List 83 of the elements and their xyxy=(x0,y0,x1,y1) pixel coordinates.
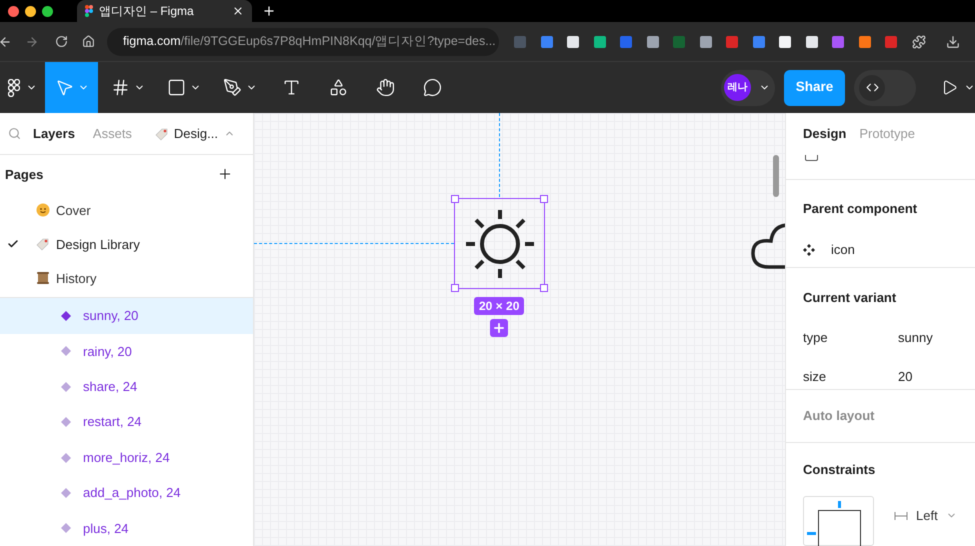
browser-tab[interactable]: 앱디자인 – Figma xyxy=(77,0,252,22)
scroll-icon xyxy=(36,271,50,286)
comment-tool-icon xyxy=(422,78,442,97)
user-avatar: 레나 xyxy=(724,74,751,101)
property-name: type xyxy=(803,328,829,347)
property-value[interactable]: 20 xyxy=(898,367,912,387)
layer-item[interactable]: add_a_photo, 24 xyxy=(0,475,253,511)
tag-icon xyxy=(36,237,50,252)
extension-icon[interactable] xyxy=(700,36,712,48)
section-title: Parent component xyxy=(803,200,918,218)
frame-tool-icon xyxy=(110,78,130,97)
text-tool-icon xyxy=(282,78,300,97)
horizontal-constraint-icon xyxy=(894,512,908,520)
new-tab-icon[interactable] xyxy=(262,4,276,18)
checkbox[interactable] xyxy=(805,155,818,161)
code-icon xyxy=(866,81,878,94)
resources-tool-icon xyxy=(328,78,348,97)
resize-handle[interactable] xyxy=(451,284,459,292)
extension-icon[interactable] xyxy=(646,36,658,48)
component-diamond-icon xyxy=(61,346,71,356)
close-icon[interactable] xyxy=(232,5,244,17)
download-icon[interactable] xyxy=(946,34,960,48)
component-icon xyxy=(803,244,815,256)
tag-icon xyxy=(154,126,169,141)
page-item[interactable]: Cover xyxy=(0,193,253,228)
back-icon[interactable] xyxy=(0,34,12,48)
figma-logo-icon xyxy=(85,5,93,17)
layer-item[interactable]: restart, 24 xyxy=(0,404,253,440)
hand-tool-icon xyxy=(376,78,394,97)
selection-frame[interactable] xyxy=(454,198,545,289)
extension-icon[interactable] xyxy=(594,36,606,48)
section-title[interactable]: Auto layout xyxy=(803,406,874,426)
horizontal-constraint-select[interactable]: Left xyxy=(916,506,938,526)
section-title: Current variant xyxy=(803,289,898,308)
present-icon[interactable] xyxy=(941,79,958,96)
search-icon[interactable] xyxy=(8,127,21,140)
forward-icon[interactable] xyxy=(25,34,39,48)
panel-tab[interactable]: Design xyxy=(803,124,846,144)
shape-tool-icon xyxy=(166,78,186,97)
move-tool-icon xyxy=(54,78,74,97)
tab-title: 앱디자인 – Figma xyxy=(99,3,195,20)
section-title: Constraints xyxy=(803,460,876,478)
resize-handle[interactable] xyxy=(540,284,548,292)
property-name: size xyxy=(803,368,828,386)
size-label: 20 × 20 xyxy=(474,297,524,315)
layer-item[interactable]: rainy, 20 xyxy=(0,334,253,370)
component-diamond-icon xyxy=(61,382,71,392)
component-diamond-icon xyxy=(61,417,71,428)
address-field[interactable]: figma.com/file/9TGGEup6s7P8qHmPIN8Kqq/앱디자인?type=des... xyxy=(107,28,499,56)
layer-item[interactable]: share, 24 xyxy=(0,369,253,404)
component-diamond-icon xyxy=(61,488,71,498)
url-text: figma.com/file/9TGGEup6s7P8qHmPIN8Kqq/앱디자인?type=des... xyxy=(123,33,496,50)
property-value[interactable]: sunny xyxy=(898,328,933,348)
canvas[interactable]: 20 × 20 xyxy=(254,113,785,546)
scrollbar-thumb[interactable] xyxy=(773,155,779,197)
component-name[interactable]: icon xyxy=(831,240,855,260)
panel-tab[interactable]: Layers xyxy=(33,124,75,144)
resize-handle[interactable] xyxy=(540,195,548,203)
home-icon[interactable] xyxy=(82,35,95,48)
layer-item[interactable]: more_horiz, 24 xyxy=(0,440,253,476)
page-menu[interactable]: Desig... xyxy=(174,124,218,144)
constraint-widget[interactable] xyxy=(803,496,874,546)
component-diamond-icon xyxy=(61,310,71,321)
resize-handle[interactable] xyxy=(451,195,459,203)
extension-icon[interactable] xyxy=(567,36,579,48)
add-variant-button[interactable] xyxy=(490,319,508,337)
pages-heading: Pages xyxy=(5,166,44,184)
component-diamond-icon xyxy=(61,523,71,534)
layer-item[interactable]: sunny, 20 xyxy=(0,298,253,334)
page-item[interactable]: Design Library xyxy=(0,227,253,262)
extension-icon[interactable] xyxy=(779,36,791,48)
plus-icon xyxy=(492,321,506,335)
reload-icon[interactable] xyxy=(55,35,68,48)
smiley-face-icon xyxy=(36,203,50,218)
page-item[interactable]: History xyxy=(0,261,253,296)
dev-mode-toggle[interactable] xyxy=(854,70,916,106)
figma-logo-icon xyxy=(8,78,20,96)
avatar-menu[interactable]: 레나 xyxy=(721,70,775,106)
pen-tool-icon xyxy=(222,78,242,97)
layer-item[interactable]: plus, 24 xyxy=(0,510,253,546)
extension-icon[interactable] xyxy=(806,36,818,48)
puzzle-icon[interactable] xyxy=(912,34,926,48)
component-diamond-icon xyxy=(61,452,71,462)
